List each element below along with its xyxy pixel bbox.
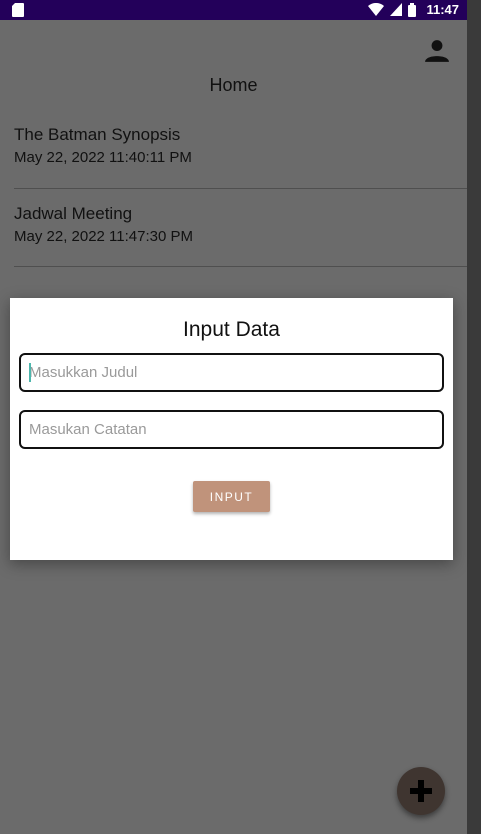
list-item[interactable]: Jadwal Meeting May 22, 2022 11:47:30 PM (14, 204, 467, 245)
note-date: May 22, 2022 11:40:11 PM (14, 149, 192, 166)
signal-icon (390, 3, 403, 16)
title-input[interactable] (21, 355, 442, 390)
screen-edge (467, 0, 481, 834)
battery-icon (408, 2, 417, 17)
title-field-container (19, 353, 444, 392)
divider (14, 188, 467, 189)
status-time: 11:47 (426, 2, 459, 17)
dialog-title: Input Data (183, 318, 280, 341)
note-field-container (19, 410, 444, 449)
person-icon[interactable] (424, 38, 450, 64)
note-title: The Batman Synopsis (14, 125, 181, 144)
note-input[interactable] (21, 412, 442, 447)
divider (14, 266, 467, 267)
note-title: Jadwal Meeting (14, 204, 133, 223)
wifi-icon (368, 3, 385, 16)
input-button[interactable]: INPUT (193, 481, 270, 512)
page-title: Home (209, 75, 258, 95)
sd-card-icon (12, 3, 24, 17)
text-cursor (29, 363, 31, 382)
status-bar: 11:47 (0, 0, 467, 20)
note-date: May 22, 2022 11:47:30 PM (14, 228, 194, 245)
add-note-button[interactable] (397, 767, 445, 815)
input-dialog: Input Data INPUT (10, 298, 453, 560)
plus-icon (410, 780, 432, 802)
list-item[interactable]: The Batman Synopsis May 22, 2022 11:40:1… (14, 125, 467, 166)
